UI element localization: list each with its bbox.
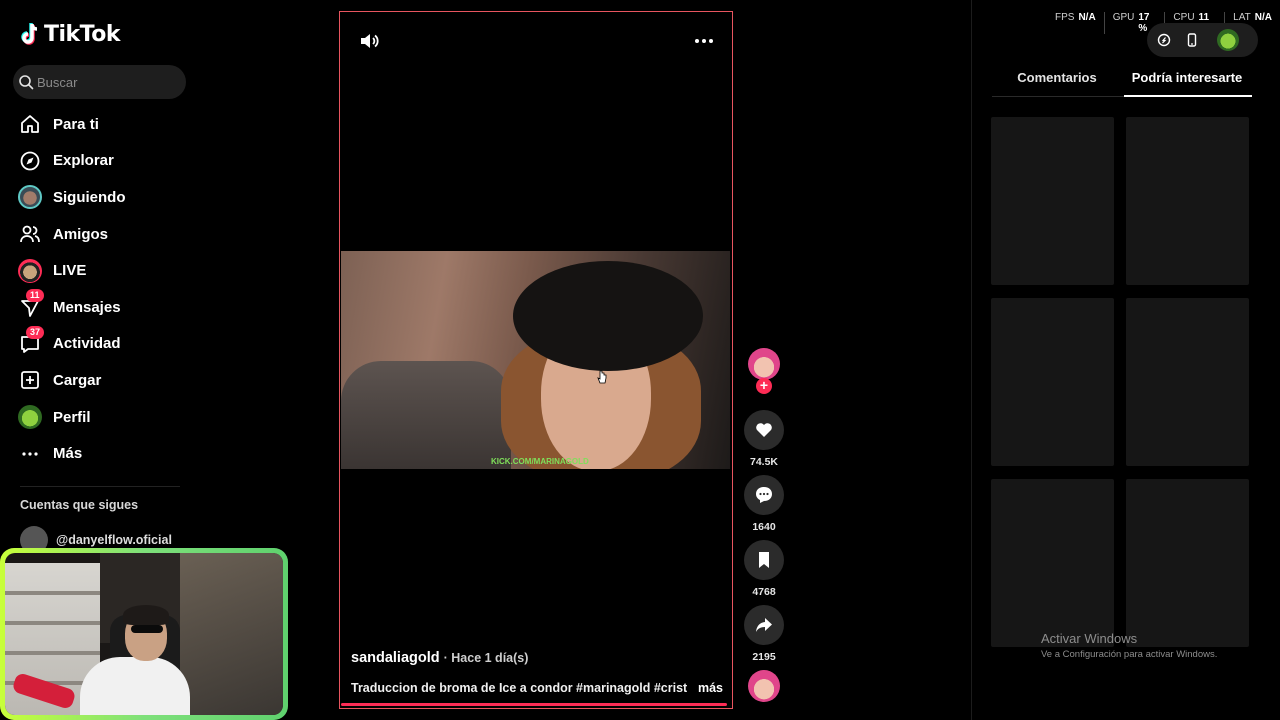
- main-nav: Para ti Explorar Siguiendo Amigos LIVE 1…: [18, 106, 188, 472]
- follow-plus-button[interactable]: +: [756, 378, 772, 394]
- nav-item-mensajes[interactable]: 11 Mensajes: [18, 289, 188, 326]
- search-input[interactable]: [37, 74, 177, 90]
- suggested-video-thumbnail[interactable]: [991, 117, 1114, 285]
- compass-icon: [18, 149, 42, 173]
- panel-divider: [971, 0, 972, 720]
- device-icon[interactable]: [1185, 33, 1199, 47]
- logo-text: TikTok: [44, 22, 121, 47]
- search-bar[interactable]: [13, 65, 186, 99]
- account-name: @danyelflow.oficial: [56, 533, 172, 547]
- tiktok-note-icon: [21, 22, 38, 45]
- webcam-feed: [5, 553, 283, 715]
- nav-item-actividad[interactable]: 37 Actividad: [18, 325, 188, 363]
- suggested-video-thumbnail[interactable]: [1126, 298, 1249, 466]
- nav-label: Siguiendo: [53, 188, 126, 206]
- nav-item-siguiendo[interactable]: Siguiendo: [18, 179, 188, 216]
- upload-icon: [18, 368, 42, 392]
- nav-item-mas[interactable]: Más: [18, 435, 188, 472]
- nav-label: Cargar: [53, 371, 102, 389]
- tab-podria-interesarte[interactable]: Podría interesarte: [1122, 70, 1252, 97]
- following-section-title: Cuentas que sigues: [20, 498, 139, 512]
- video-player[interactable]: KICK.COM/MARINAGOLD sandaliagold · Hace …: [339, 11, 733, 709]
- video-author-row: sandaliagold · Hace 1 día(s): [351, 650, 528, 666]
- panel-tabs: Comentarios Podría interesarte: [992, 70, 1252, 97]
- video-overlay-tag: KICK.COM/MARINAGOLD: [491, 457, 589, 466]
- comment-button[interactable]: [744, 475, 784, 515]
- suggested-video-thumbnail[interactable]: [1126, 117, 1249, 285]
- like-button[interactable]: [744, 410, 784, 450]
- suggested-video-thumbnail[interactable]: [991, 298, 1114, 466]
- volume-icon[interactable]: [358, 30, 380, 52]
- user-avatar[interactable]: [1217, 29, 1239, 51]
- activity-badge: 37: [26, 325, 45, 339]
- share-arrow-icon: [756, 618, 772, 632]
- nav-item-para-ti[interactable]: Para ti: [18, 106, 188, 143]
- live-icon: [18, 258, 42, 283]
- home-icon: [18, 112, 42, 136]
- more-dots-icon: [18, 442, 42, 466]
- nav-label: Más: [53, 445, 83, 463]
- heart-icon: [756, 423, 772, 437]
- video-frame-image: KICK.COM/MARINAGOLD: [341, 251, 730, 469]
- video-progress-bar[interactable]: [341, 703, 727, 706]
- watermark-title: Activar Windows: [1041, 631, 1138, 646]
- stat-fps: FPS N/A: [1055, 12, 1096, 23]
- following-avatar-icon: [18, 185, 42, 210]
- nav-label: Perfil: [53, 408, 91, 426]
- bookmark-icon: [759, 552, 769, 568]
- share-button[interactable]: [744, 605, 784, 645]
- activity-icon: 37: [18, 325, 45, 356]
- share-count: 2195: [752, 651, 776, 663]
- profile-avatar-icon: [18, 405, 42, 430]
- windows-activation-watermark: Activar Windows Ve a Configuración para …: [1041, 631, 1217, 660]
- share-action: 2195: [744, 605, 784, 663]
- nav-label: Para ti: [53, 115, 99, 133]
- nav-label: Explorar: [53, 152, 114, 170]
- music-disc-icon[interactable]: [748, 670, 780, 702]
- more-options-icon[interactable]: [690, 30, 718, 52]
- nav-item-explorar[interactable]: Explorar: [18, 143, 188, 180]
- tiktok-logo[interactable]: TikTok: [20, 22, 121, 47]
- sidebar-divider: [20, 486, 180, 487]
- creator-avatar[interactable]: [748, 348, 780, 380]
- video-author[interactable]: sandaliagold: [351, 650, 440, 666]
- suggested-videos-grid: [991, 117, 1249, 647]
- suggested-video-thumbnail[interactable]: [1126, 479, 1249, 647]
- tab-comentarios[interactable]: Comentarios: [992, 70, 1122, 96]
- caption-more-link[interactable]: más: [698, 681, 723, 695]
- nav-label: Mensajes: [53, 298, 121, 316]
- video-caption: Traduccion de broma de Ice a condor #mar…: [351, 681, 687, 695]
- suggested-video-thumbnail[interactable]: [991, 479, 1114, 647]
- save-count: 4768: [752, 586, 776, 598]
- friends-icon: [18, 222, 42, 246]
- streamer-webcam: [0, 548, 288, 720]
- nav-label: Actividad: [53, 335, 121, 353]
- like-count: 74.5K: [749, 456, 779, 468]
- nav-label: LIVE: [53, 262, 87, 280]
- mouse-cursor-icon: [597, 370, 607, 384]
- nav-item-live[interactable]: LIVE: [18, 252, 188, 289]
- save-button[interactable]: [744, 540, 784, 580]
- comment-icon: [756, 487, 772, 503]
- video-caption-row: Traduccion de broma de Ice a condor #mar…: [351, 681, 723, 695]
- coin-icon[interactable]: [1157, 33, 1171, 47]
- comment-count: 1640: [752, 521, 776, 533]
- nav-item-amigos[interactable]: Amigos: [18, 216, 188, 253]
- video-time: · Hace 1 día(s): [443, 651, 529, 665]
- search-icon: [19, 75, 34, 90]
- like-action: 74.5K: [744, 410, 784, 468]
- nav-item-cargar[interactable]: Cargar: [18, 362, 188, 399]
- nav-label: Amigos: [53, 225, 109, 243]
- messages-badge: 11: [26, 289, 44, 303]
- header-toolbar: [1147, 23, 1258, 57]
- watermark-subtitle: Ve a Configuración para activar Windows.: [1041, 649, 1218, 660]
- save-action: 4768: [744, 540, 784, 598]
- messages-icon: 11: [18, 289, 44, 319]
- nav-item-perfil[interactable]: Perfil: [18, 399, 188, 436]
- comment-action: 1640: [744, 475, 784, 533]
